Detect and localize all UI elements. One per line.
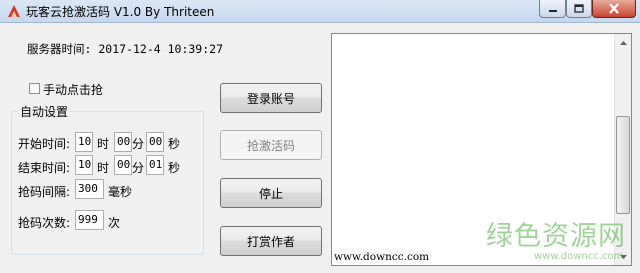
app-icon (8, 5, 20, 17)
start-hour-unit: 时 (97, 137, 110, 151)
server-time: 服务器时间: 2017-12-4 10:39:27 (27, 41, 223, 57)
count-unit: 次 (108, 216, 121, 230)
end-hour-field[interactable]: 10 (75, 155, 93, 175)
manual-grab-label[interactable]: 手动点击抢 (43, 81, 103, 98)
count-field[interactable]: 999 (75, 210, 104, 230)
manual-grab-checkbox[interactable] (29, 83, 40, 94)
watermark-url: www.downcc.com (534, 251, 624, 262)
scrollbar-thumb[interactable] (616, 116, 630, 214)
maximize-button[interactable] (566, 0, 592, 18)
minimize-icon (548, 9, 557, 12)
server-time-value: 2017-12-4 10:39:27 (98, 42, 223, 56)
watermark-title: 绿色资源网 (486, 221, 626, 252)
close-button[interactable] (592, 0, 636, 18)
stop-button[interactable]: 停止 (220, 178, 322, 208)
end-hour-unit: 时 (97, 161, 110, 175)
start-time-label: 开始时间: (18, 137, 71, 151)
count-label: 抢码次数: (18, 216, 71, 230)
end-minute-field[interactable]: 00 (114, 155, 132, 175)
log-text: www.downcc.com (334, 251, 430, 263)
maximize-icon (574, 4, 584, 13)
server-time-label: 服务器时间: (27, 42, 92, 56)
title-bar: 玩客云抢激活码 V1.0 By Thriteen (0, 0, 640, 23)
login-button[interactable]: 登录账号 (220, 83, 322, 113)
end-second-unit: 秒 (168, 161, 181, 175)
tip-author-button[interactable]: 打赏作者 (220, 226, 322, 256)
end-second-field[interactable]: 01 (146, 155, 164, 175)
grab-code-button[interactable]: 抢激活码 (220, 130, 322, 160)
start-second-field[interactable]: 00 (146, 132, 164, 152)
close-icon (609, 3, 619, 14)
start-minute-field[interactable]: 00 (114, 132, 132, 152)
scroll-up-arrow[interactable] (615, 34, 631, 51)
chevron-up-icon (619, 40, 627, 45)
end-minute-unit: 分 (132, 161, 145, 175)
end-time-label: 结束时间: (18, 161, 71, 175)
start-hour-field[interactable]: 10 (75, 132, 93, 152)
start-minute-unit: 分 (132, 137, 145, 151)
interval-field[interactable]: 300 (75, 179, 104, 199)
interval-unit: 毫秒 (108, 185, 133, 199)
interval-label: 抢码间隔: (18, 185, 71, 199)
auto-settings-title: 自动设置 (18, 103, 71, 120)
minimize-button[interactable] (539, 0, 566, 18)
window-title: 玩客云抢激活码 V1.0 By Thriteen (26, 5, 215, 19)
start-second-unit: 秒 (168, 137, 181, 151)
